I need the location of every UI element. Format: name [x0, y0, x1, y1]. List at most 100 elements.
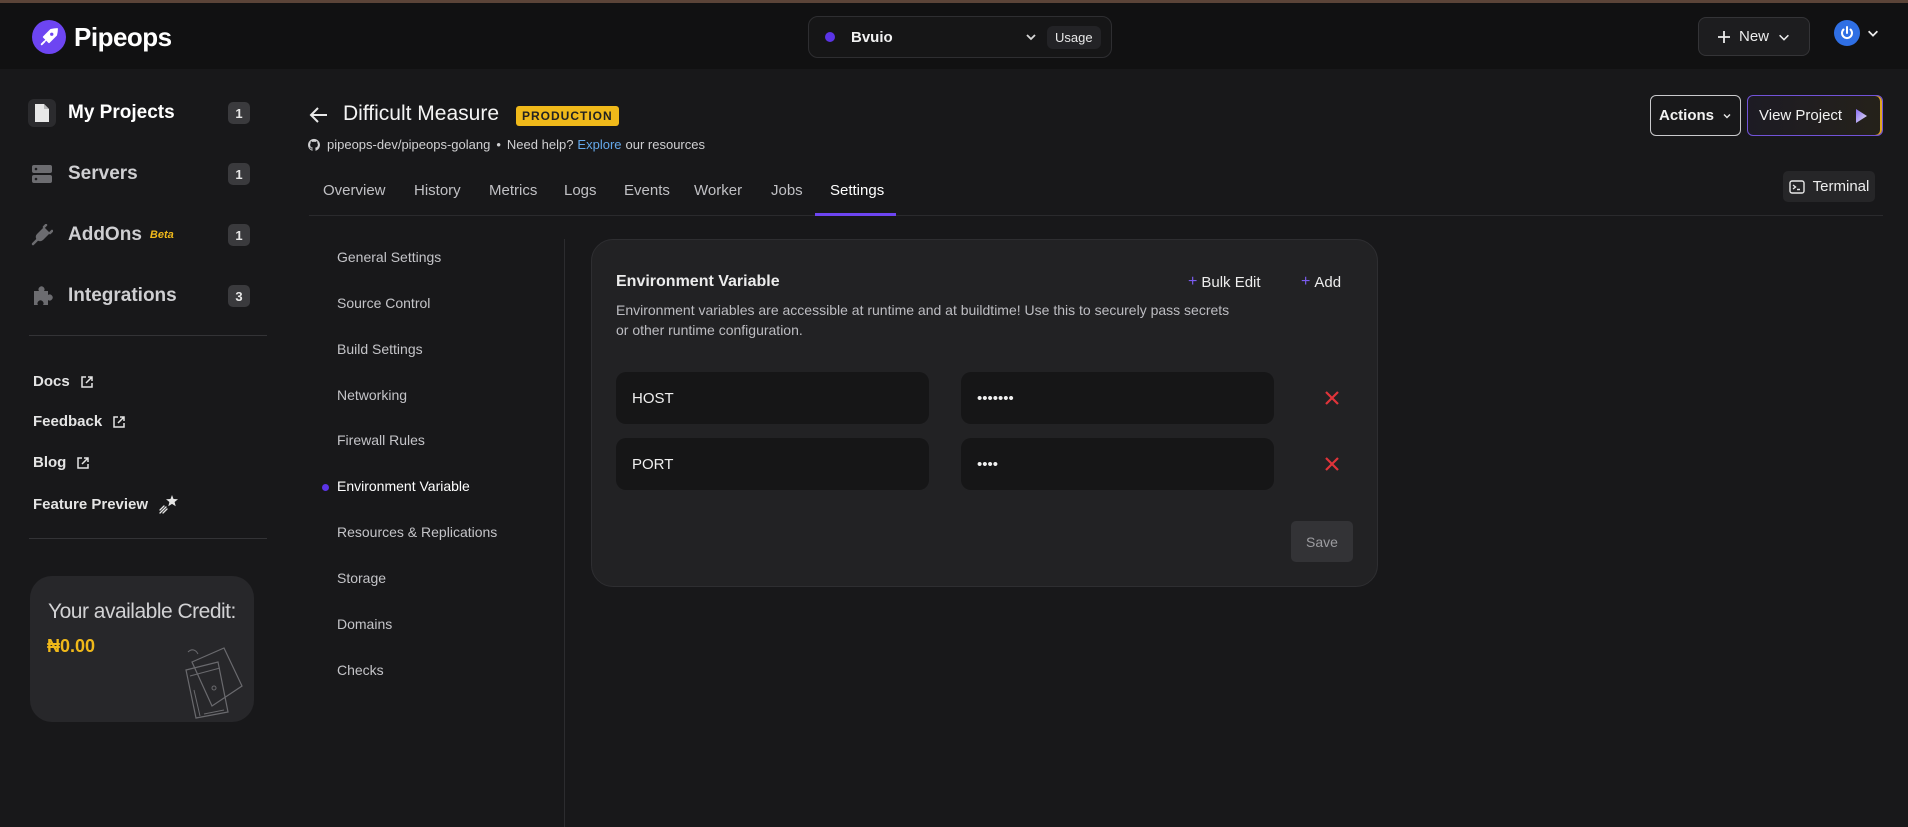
explore-link[interactable]: Explore: [577, 137, 621, 152]
sidebar-item-label: My Projects: [68, 102, 175, 123]
close-icon: [1325, 391, 1339, 405]
project-title: Difficult Measure: [343, 102, 500, 125]
new-button-label: New: [1738, 28, 1769, 45]
settings-resources-replications[interactable]: Resources & Replications: [337, 524, 497, 540]
tab-settings[interactable]: Settings: [830, 182, 884, 199]
settings-environment-variable[interactable]: Environment Variable: [337, 478, 470, 494]
repo-name[interactable]: pipeops-dev/pipeops-golang: [327, 137, 490, 152]
sidebar-item-label: AddOns: [68, 224, 142, 245]
plus-icon: +: [1301, 273, 1311, 290]
env-value-input[interactable]: [961, 438, 1274, 490]
plug-icon: [28, 221, 56, 249]
count-badge: 1: [228, 163, 250, 185]
feature-preview-label: Feature Preview: [33, 495, 149, 513]
repo-line: pipeops-dev/pipeops-golang • Need help? …: [307, 137, 705, 152]
docs-link-label: Docs: [33, 373, 70, 390]
sidebar: My Projects 1 Servers 1 AddOns Beta 1 In…: [0, 69, 280, 827]
count-badge: 1: [228, 102, 250, 124]
separator-dot: •: [496, 137, 501, 152]
plus-icon: [1717, 30, 1730, 43]
tab-metrics[interactable]: Metrics: [489, 182, 537, 199]
tab-jobs[interactable]: Jobs: [771, 182, 803, 199]
save-button[interactable]: Save: [1291, 521, 1353, 562]
terminal-button[interactable]: Terminal: [1783, 171, 1875, 202]
plus-icon: +: [1188, 273, 1198, 290]
credit-value: ₦0.00: [47, 636, 96, 656]
env-key-input[interactable]: [616, 438, 929, 490]
env-card-title: Environment Variable: [616, 273, 780, 290]
chevron-down-icon: [1779, 34, 1789, 41]
count-badge: 1: [228, 224, 250, 246]
shooting-star-icon: [159, 495, 179, 514]
usage-button[interactable]: Usage: [1047, 25, 1101, 49]
terminal-icon: [1788, 179, 1805, 194]
workspace-selector[interactable]: Bvuio Usage: [808, 16, 1112, 58]
credit-title: Your available Credit:: [48, 600, 236, 623]
tab-history[interactable]: History: [414, 182, 461, 199]
blog-link-label: Blog: [33, 454, 67, 471]
settings-source-control[interactable]: Source Control: [337, 295, 430, 311]
sidebar-item-label: Integrations: [68, 285, 177, 306]
add-variable-button[interactable]: + Add: [1301, 273, 1341, 291]
blog-link[interactable]: Blog: [33, 454, 90, 471]
sidebar-item-servers[interactable]: Servers 1: [28, 157, 250, 191]
settings-general[interactable]: General Settings: [337, 249, 441, 265]
sidebar-item-label: Servers: [68, 163, 138, 184]
env-value-input[interactable]: [961, 372, 1274, 424]
environment-variable-card: Environment Variable Environment variabl…: [591, 239, 1378, 587]
top-header: Pipeops Bvuio Usage New: [0, 3, 1908, 69]
feature-preview-link[interactable]: Feature Preview: [33, 493, 180, 515]
user-avatar: [1834, 20, 1860, 46]
tab-logs[interactable]: Logs: [564, 182, 597, 199]
view-project-button[interactable]: View Project: [1747, 95, 1883, 136]
server-icon: [28, 160, 56, 188]
sidebar-item-my-projects[interactable]: My Projects 1: [28, 96, 250, 130]
settings-divider: [564, 239, 565, 827]
external-link-icon: [80, 375, 93, 388]
external-link-icon: [113, 415, 125, 428]
close-icon: [1325, 457, 1339, 471]
count-badge: 3: [228, 285, 250, 307]
back-arrow-icon[interactable]: [309, 104, 329, 126]
view-project-label: View Project: [1759, 107, 1843, 124]
feedback-link[interactable]: Feedback: [33, 413, 126, 430]
user-menu-button[interactable]: [1834, 20, 1880, 46]
app-logo[interactable]: Pipeops: [32, 20, 172, 54]
settings-storage[interactable]: Storage: [337, 570, 386, 586]
docs-link[interactable]: Docs: [33, 373, 94, 390]
delete-variable-button[interactable]: [1322, 454, 1342, 474]
settings-networking[interactable]: Networking: [337, 387, 407, 403]
chevron-down-icon: [1868, 30, 1878, 37]
env-key-input[interactable]: [616, 372, 929, 424]
actions-button[interactable]: Actions: [1650, 95, 1741, 136]
help-prefix: Need help?: [506, 137, 574, 152]
tab-events[interactable]: Events: [624, 182, 670, 199]
help-suffix: our resources: [625, 137, 705, 152]
file-icon: [28, 99, 56, 127]
sidebar-item-integrations[interactable]: Integrations 3: [28, 279, 250, 313]
tab-worker[interactable]: Worker: [694, 182, 742, 199]
bulk-edit-label: Bulk Edit: [1201, 273, 1261, 291]
project-tabs: Overview History Metrics Logs Events Wor…: [309, 172, 1883, 216]
settings-checks[interactable]: Checks: [337, 662, 384, 678]
rocket-logo-icon: [32, 20, 66, 54]
sidebar-divider: [29, 335, 267, 336]
sidebar-item-addons[interactable]: AddOns Beta 1: [28, 218, 250, 252]
env-card-description: Environment variables are accessible at …: [616, 302, 1230, 338]
sidebar-divider: [29, 538, 267, 539]
settings-domains[interactable]: Domains: [337, 616, 392, 632]
new-button[interactable]: New: [1698, 17, 1810, 56]
settings-build[interactable]: Build Settings: [337, 341, 423, 357]
tab-overview[interactable]: Overview: [323, 182, 386, 199]
active-tab-indicator: [815, 213, 896, 216]
bulk-edit-button[interactable]: + Bulk Edit: [1188, 273, 1261, 291]
settings-firewall-rules[interactable]: Firewall Rules: [337, 432, 425, 448]
chevron-down-icon: [1723, 113, 1731, 118]
actions-label: Actions: [1658, 107, 1714, 124]
add-label: Add: [1314, 273, 1342, 291]
terminal-label: Terminal: [1812, 178, 1870, 195]
beta-badge: Beta: [149, 229, 174, 241]
workspace-name: Bvuio: [851, 28, 893, 46]
delete-variable-button[interactable]: [1322, 388, 1342, 408]
github-icon: [307, 138, 321, 151]
